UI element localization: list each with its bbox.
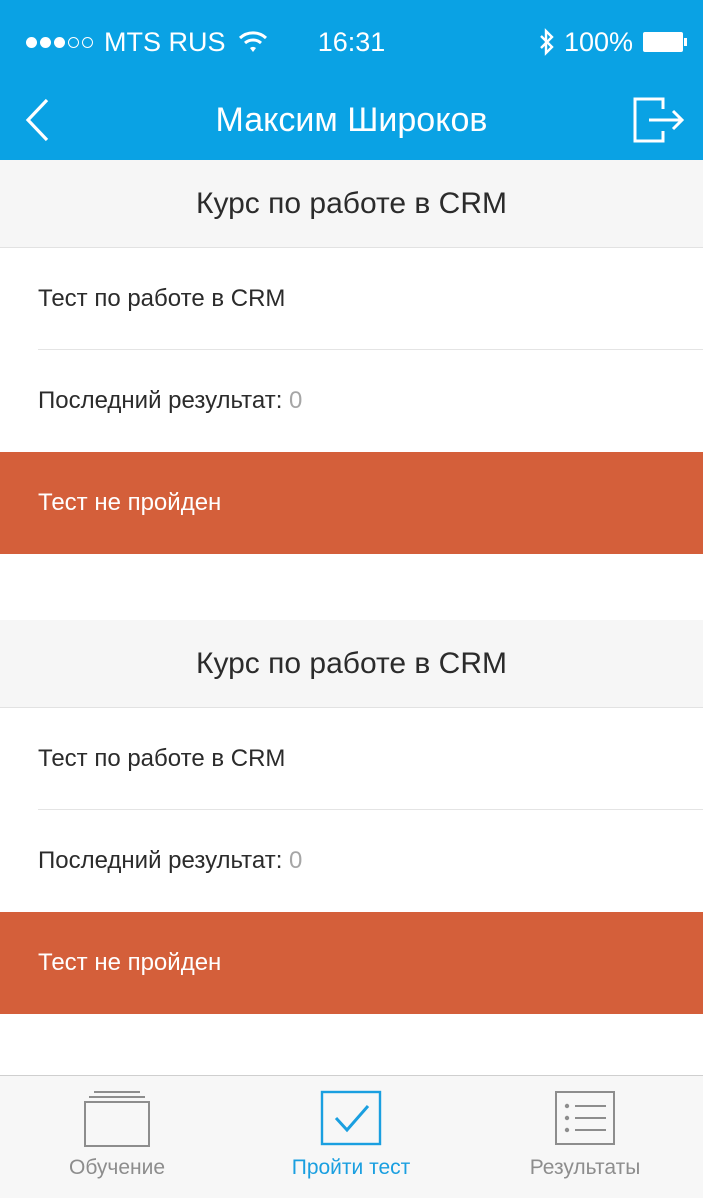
tab-label: Обучение (68, 1156, 166, 1179)
course-card: Курс по работе в CRM Тест по работе в CR… (0, 620, 703, 1014)
tab-results[interactable]: Результаты (468, 1076, 702, 1198)
header: MTS RUS 16:31 100% Максим Широков (0, 0, 703, 160)
logout-button[interactable] (627, 88, 691, 152)
last-result-label: Последний результат: (38, 847, 283, 874)
tab-label: Пройти тест (291, 1156, 411, 1179)
battery-icon (643, 32, 687, 52)
folder-stack-icon (84, 1091, 150, 1147)
app-screen: MTS RUS 16:31 100% Максим Широков Курс п… (0, 0, 703, 1198)
last-result-value: 0 (289, 847, 303, 874)
tab-bar: Обучение Пройти тест Результаты (0, 1075, 703, 1198)
tab-label: Результаты (529, 1156, 641, 1179)
nav-bar: Максим Широков (0, 80, 703, 160)
last-result-value: 0 (289, 387, 303, 414)
page-title: Максим Широков (215, 101, 488, 139)
course-title: Курс по работе в CRM (0, 620, 703, 708)
course-title: Курс по работе в CRM (0, 160, 703, 248)
battery-percent: 100% (563, 26, 633, 57)
test-status-banner[interactable]: Тест не пройден (0, 452, 703, 554)
last-result-row: Последний результат: 0 (38, 350, 703, 452)
test-status-banner[interactable]: Тест не пройден (0, 912, 703, 1014)
list-icon (555, 1091, 615, 1145)
tab-take-test[interactable]: Пройти тест (234, 1076, 468, 1198)
bluetooth-icon (540, 28, 554, 56)
status-right: 100% (538, 24, 687, 60)
test-name-row[interactable]: Тест по работе в CRM (38, 248, 703, 350)
last-result-row: Последний результат: 0 (38, 810, 703, 912)
test-name-row[interactable]: Тест по работе в CRM (38, 708, 703, 810)
course-card: Курс по работе в CRM Тест по работе в CR… (0, 160, 703, 554)
content: Курс по работе в CRM Тест по работе в CR… (0, 160, 703, 1075)
logout-icon (633, 97, 685, 143)
checkbox-icon (320, 1090, 382, 1146)
last-result-label: Последний результат: (38, 387, 283, 414)
tab-learning[interactable]: Обучение (0, 1076, 234, 1198)
status-bar: MTS RUS 16:31 100% (0, 0, 703, 80)
